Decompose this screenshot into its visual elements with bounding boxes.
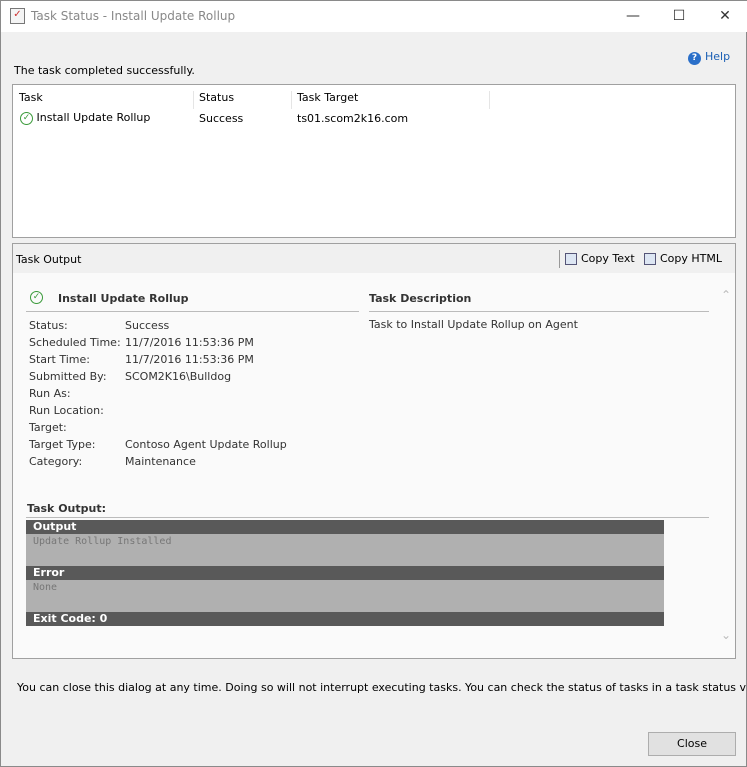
window-title: Task Status - Install Update Rollup xyxy=(31,9,236,23)
close-window-button[interactable]: ✕ xyxy=(710,5,740,27)
task-description-heading: Task Description xyxy=(369,292,472,305)
task-name-heading: Install Update Rollup xyxy=(58,292,189,305)
copy-html-label: Copy HTML xyxy=(660,252,723,265)
status-cell: Success xyxy=(199,112,244,125)
footer-note: You can close this dialog at any time. D… xyxy=(17,681,747,694)
maximize-button[interactable]: ☐ xyxy=(664,5,694,27)
help-icon: ? xyxy=(688,52,701,65)
detail-value: 11/7/2016 11:53:36 PM xyxy=(125,336,254,349)
close-button[interactable]: Close xyxy=(648,732,736,756)
output-panel-header: Task Output Copy Text Copy HTML xyxy=(13,244,735,273)
error-text: None xyxy=(26,580,664,612)
detail-label: Submitted By: xyxy=(29,370,107,383)
title-bar: ✓ Task Status - Install Update Rollup — … xyxy=(1,1,747,32)
output-panel-title: Task Output xyxy=(16,253,82,266)
error-header: Error xyxy=(26,566,664,580)
copy-icon xyxy=(565,253,577,265)
detail-label: Status: xyxy=(29,319,68,332)
divider xyxy=(369,311,709,312)
target-cell: ts01.scom2k16.com xyxy=(297,112,409,125)
detail-value: Contoso Agent Update Rollup xyxy=(125,438,287,451)
detail-label: Run Location: xyxy=(29,404,104,417)
status-message: The task completed successfully. xyxy=(14,64,195,77)
help-link[interactable]: ? Help xyxy=(688,50,730,65)
detail-label: Target Type: xyxy=(29,438,96,451)
column-header-task-target[interactable]: Task Target xyxy=(297,91,490,109)
detail-value: Maintenance xyxy=(125,455,196,468)
copy-icon xyxy=(644,253,656,265)
detail-value: Success xyxy=(125,319,170,332)
detail-value: 11/7/2016 11:53:36 PM xyxy=(125,353,254,366)
column-header-status[interactable]: Status xyxy=(199,91,292,109)
detail-value: SCOM2K16\Bulldog xyxy=(125,370,232,383)
success-check-icon: ✓ xyxy=(20,111,33,125)
detail-label: Run As: xyxy=(29,387,71,400)
table-row[interactable]: ✓ Install Update Rollup Success ts01.sco… xyxy=(18,111,718,128)
toolbar-divider xyxy=(559,250,560,268)
scroll-up-arrow[interactable]: ⌃ xyxy=(721,288,731,302)
detail-label: Start Time: xyxy=(29,353,90,366)
detail-label: Category: xyxy=(29,455,83,468)
output-header: Output xyxy=(26,520,664,534)
scroll-down-arrow[interactable]: ⌄ xyxy=(721,628,731,642)
task-app-icon: ✓ xyxy=(10,8,25,24)
output-block: Output Update Rollup Installed Error Non… xyxy=(26,520,664,626)
column-header-task[interactable]: Task xyxy=(19,91,194,109)
task-name: Install Update Rollup xyxy=(36,111,151,124)
copy-text-label: Copy Text xyxy=(581,252,635,265)
divider xyxy=(26,311,359,312)
exit-code: Exit Code: 0 xyxy=(26,612,664,626)
copy-text-button[interactable]: Copy Text xyxy=(565,252,635,265)
task-cell: ✓ Install Update Rollup xyxy=(20,111,150,125)
help-label: Help xyxy=(705,50,731,63)
detail-label: Scheduled Time: xyxy=(29,336,121,349)
output-text: Update Rollup Installed xyxy=(26,534,664,566)
success-check-icon: ✓ xyxy=(30,290,43,304)
task-output-panel: Task Output Copy Text Copy HTML ✓ Instal… xyxy=(12,243,736,659)
detail-label: Target: xyxy=(29,421,67,434)
minimize-button[interactable]: — xyxy=(618,5,648,27)
divider xyxy=(26,517,709,518)
task-output-heading: Task Output: xyxy=(27,502,107,515)
copy-html-button[interactable]: Copy HTML xyxy=(644,252,722,265)
task-description: Task to Install Update Rollup on Agent xyxy=(369,318,578,331)
task-list[interactable]: Task Status Task Target ✓ Install Update… xyxy=(12,84,736,238)
